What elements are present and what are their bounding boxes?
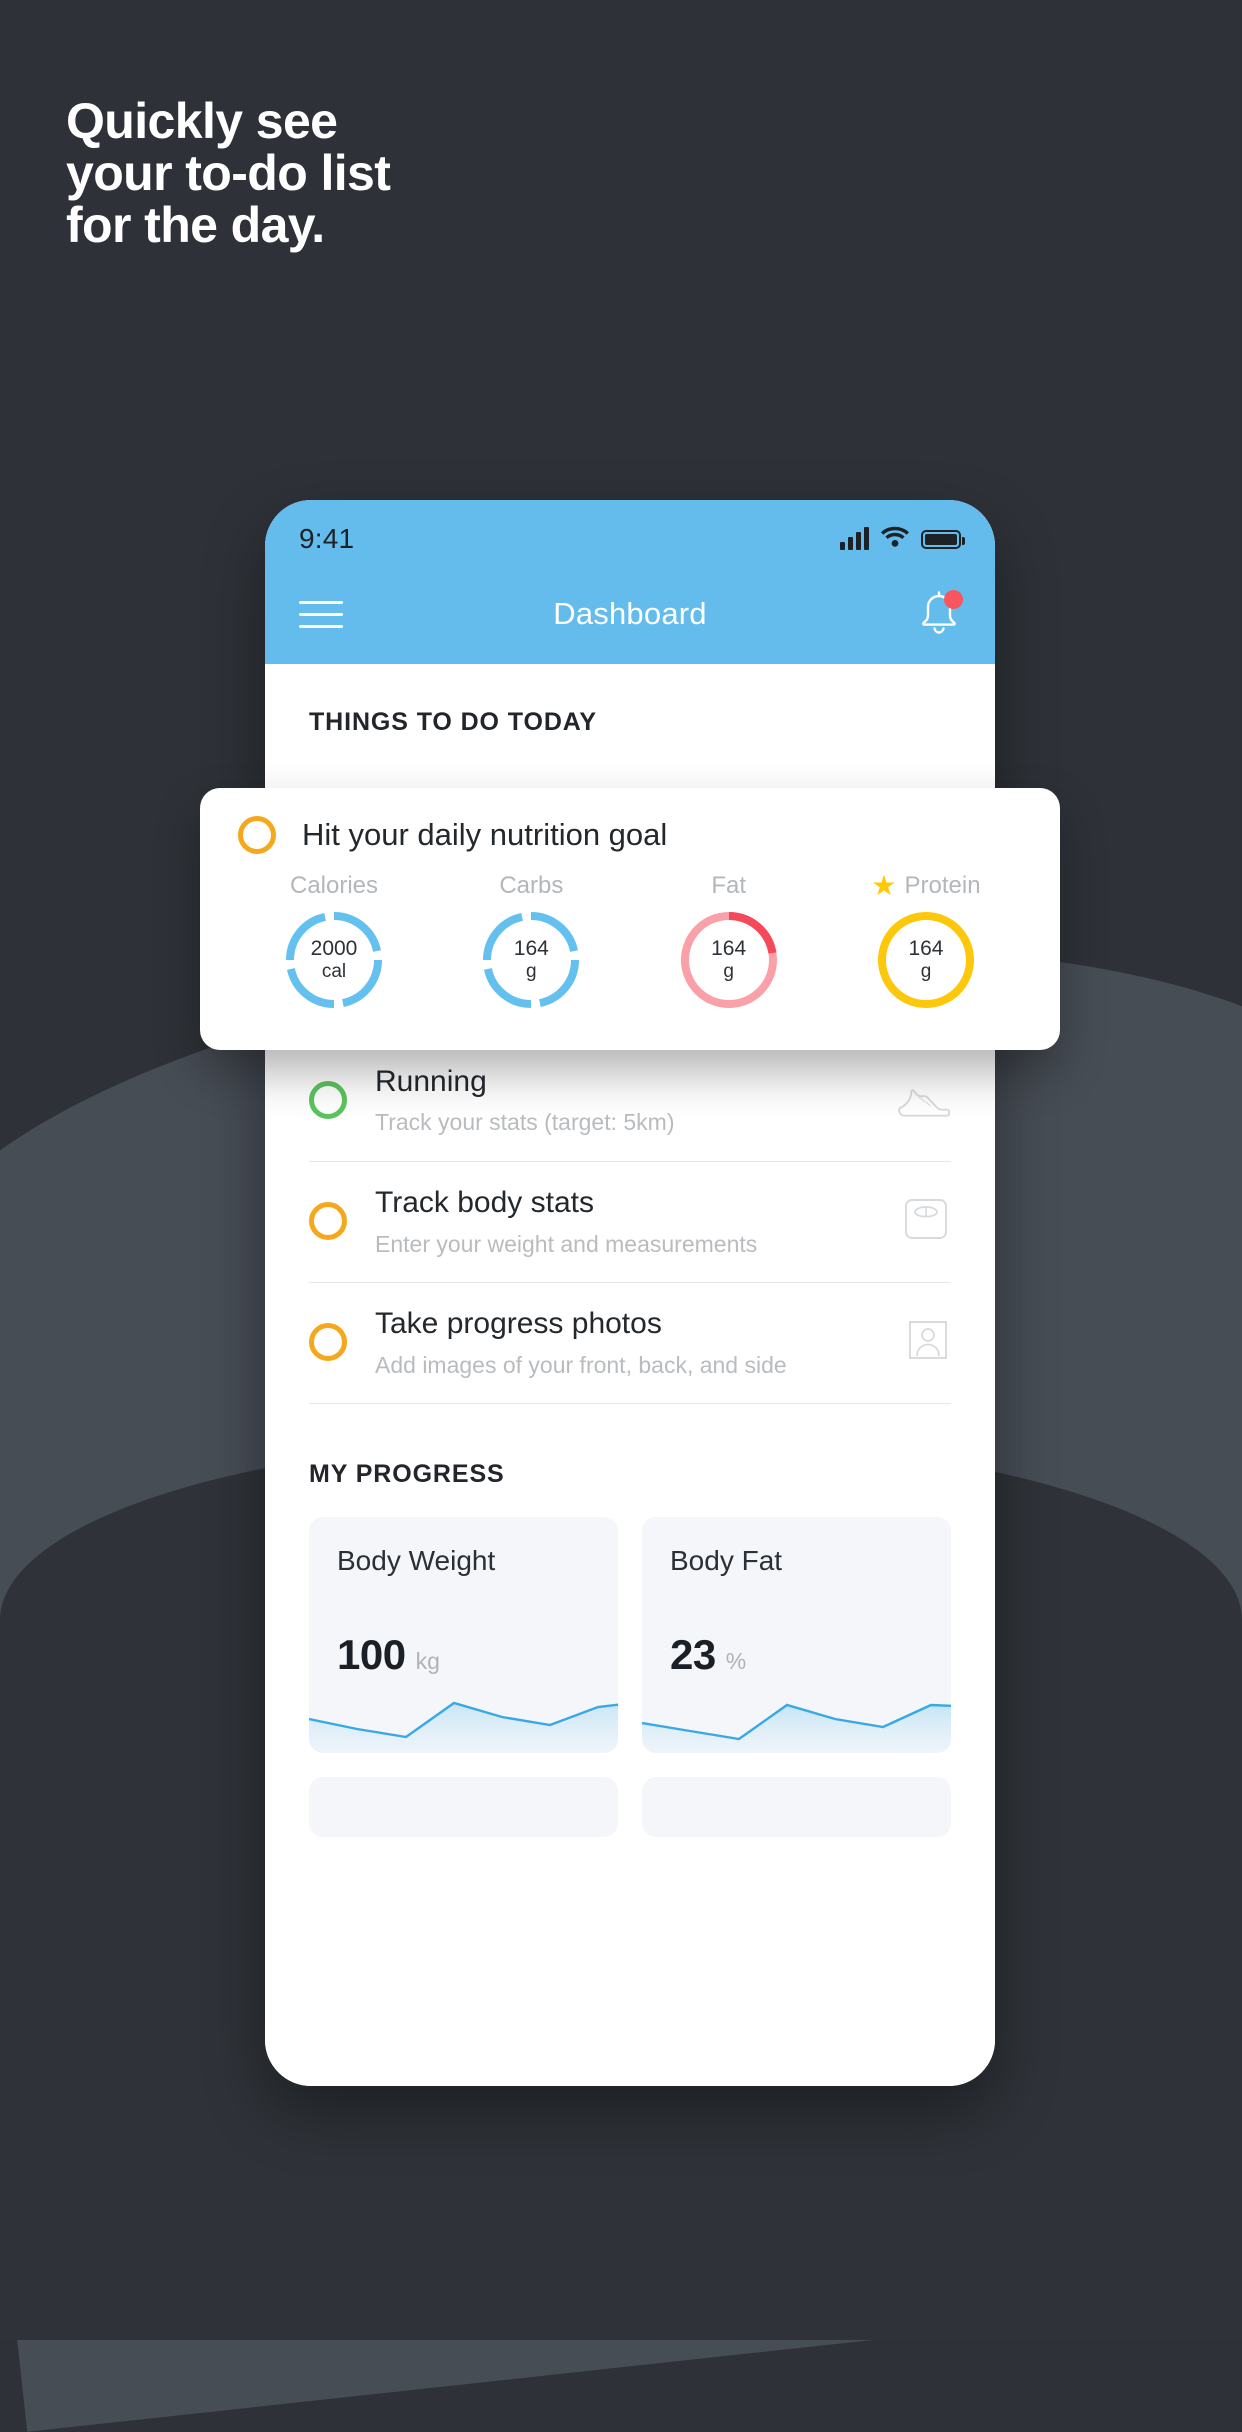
progress-card-value: 100 kg [337,1631,440,1679]
status-bar: 9:41 [265,500,995,564]
headline-line-2: your to-do list [66,145,391,201]
todo-status-ring[interactable] [309,1323,347,1362]
todo-section-heading: THINGS TO DO TODAY [309,708,598,736]
phone-mockup: 9:41 Dashboard THINGS TO DO TODAY Runnin… [265,500,995,2086]
running-shoe-icon [895,1077,951,1124]
progress-card-unit: kg [415,1648,440,1675]
macro-donut-row: Calories 2000 cal Carbs 164 g Fat 164 g … [238,872,1022,1012]
app-bar-title: Dashboard [553,596,707,631]
macro-donut-text: 164 g [677,908,781,1012]
status-bar-icons [840,525,965,553]
todo-item-running[interactable]: Running Track your stats (target: 5km) [309,1041,951,1163]
progress-card-number: 100 [337,1631,406,1679]
todo-text: Track body stats Enter your weight and m… [375,1184,901,1258]
app-bar: 9:41 Dashboard [265,500,995,664]
macro-label-wrap: Carbs [445,872,617,900]
body-weight-sparkline [309,1702,618,1754]
body-fat-sparkline [642,1704,951,1754]
macro-label-wrap: Fat [643,872,815,900]
macro-label-wrap: Calories [248,872,420,900]
todo-status-ring[interactable] [309,1081,347,1120]
macro-label-wrap: ★ Protein [840,872,1012,900]
progress-photo-icon [905,1317,951,1368]
macro-unit: g [920,961,932,983]
headline-line-1: Quickly see [66,93,338,149]
progress-card-title: Body Weight [337,1545,496,1577]
todo-subtitle: Enter your weight and measurements [375,1230,758,1257]
progress-card-value: 23 % [670,1631,746,1679]
progress-card-next-left[interactable] [309,1777,618,1838]
nutrition-card-title: Hit your daily nutrition goal [302,817,668,852]
progress-section-heading: MY PROGRESS [309,1460,505,1489]
todo-subtitle: Add images of your front, back, and side [375,1351,787,1378]
macro-label: Protein [904,872,981,899]
macro-donut-fat: 164 g [677,908,781,1012]
macro-label: Carbs [499,872,564,899]
todo-item-progress-photos[interactable]: Take progress photos Add images of your … [309,1283,951,1405]
macro-value: 2000 [310,937,358,960]
macro-calories[interactable]: Calories 2000 cal [248,872,420,1012]
progress-card-body-fat[interactable]: Body Fat 23 % [642,1517,951,1754]
hamburger-menu-icon[interactable] [299,600,343,628]
progress-card-next-right[interactable] [642,1777,951,1838]
star-icon: ★ [871,870,897,901]
nutrition-status-ring[interactable] [238,816,276,854]
macro-donut-text: 164 g [874,908,978,1012]
macro-label: Calories [289,872,379,899]
battery-full-icon [921,529,965,549]
progress-card-grid: Body Weight 100 kg Body Fat 23 % [265,1489,995,1838]
wifi-icon [880,525,910,553]
macro-donut-calories: 2000 cal [282,908,386,1012]
macro-unit: g [723,961,734,983]
page-title: Quickly see your to-do list for the day. [66,95,706,251]
macro-value: 164 [513,937,549,960]
progress-card-number: 23 [670,1631,716,1679]
signal-bars-icon [840,527,869,550]
macro-value: 164 [908,937,944,960]
macro-protein[interactable]: ★ Protein 164 g [840,872,1012,1012]
nutrition-goal-card[interactable]: Hit your daily nutrition goal Calories 2… [200,788,1060,1050]
todo-title: Track body stats [375,1186,594,1220]
todo-status-ring[interactable] [309,1202,347,1241]
nutrition-card-header: Hit your daily nutrition goal [238,816,1022,854]
status-bar-clock: 9:41 [299,523,355,554]
weight-scale-icon [901,1194,951,1249]
macro-unit: cal [321,961,347,983]
macro-fat[interactable]: Fat 164 g [643,872,815,1012]
macro-donut-text: 2000 cal [282,908,386,1012]
progress-card-title: Body Fat [670,1545,783,1577]
progress-card-unit: % [725,1648,747,1675]
macro-donut-protein: 164 g [874,908,978,1012]
macro-donut-carbs: 164 g [479,908,583,1012]
macro-label: Fat [711,872,746,899]
todo-title: Running [375,1065,487,1098]
todo-text: Take progress photos Add images of your … [375,1305,905,1379]
todo-text: Running Track your stats (target: 5km) [375,1063,895,1137]
headline-line-3: for the day. [66,197,325,253]
macro-carbs[interactable]: Carbs 164 g [445,872,617,1012]
macro-donut-text: 164 g [479,908,583,1012]
macro-value: 164 [711,937,747,960]
notifications-button[interactable] [917,590,963,638]
progress-card-body-weight[interactable]: Body Weight 100 kg [309,1517,618,1754]
macro-unit: g [526,961,537,983]
todo-item-body-stats[interactable]: Track body stats Enter your weight and m… [309,1162,951,1284]
nav-bar: Dashboard [265,564,995,664]
todo-title: Take progress photos [375,1307,662,1341]
todo-subtitle: Track your stats (target: 5km) [375,1109,675,1136]
notification-badge [944,590,963,609]
